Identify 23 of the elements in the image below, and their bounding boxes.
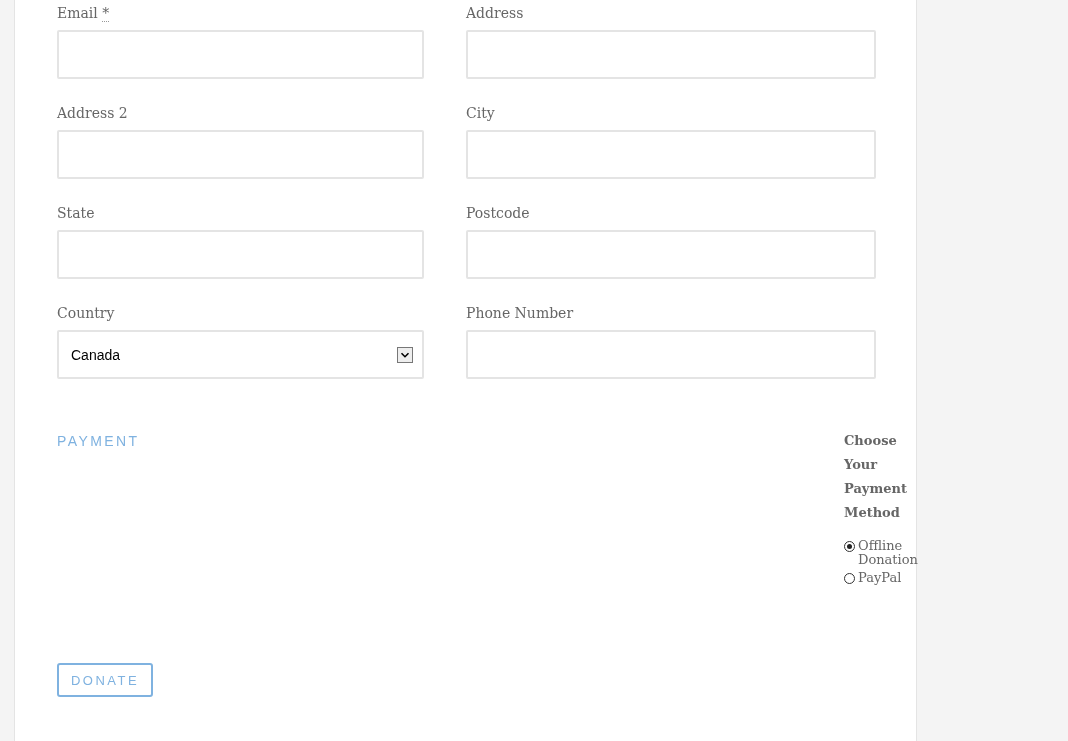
payment-method-legend: Choose Your Payment Method xyxy=(844,429,916,525)
section-heading: PAYMENT xyxy=(57,433,140,449)
field-label: Country xyxy=(57,305,115,321)
field-label: City xyxy=(466,105,495,121)
input-field[interactable] xyxy=(466,130,876,179)
field-label: State xyxy=(57,205,95,221)
required-mark: * xyxy=(102,5,110,22)
radio-label[interactable]: Offline Donation xyxy=(858,539,918,567)
field-label: Address xyxy=(466,5,524,21)
input-field[interactable] xyxy=(57,230,424,279)
input-field[interactable] xyxy=(466,330,876,379)
country-select[interactable]: Canada xyxy=(57,330,424,379)
input-field[interactable] xyxy=(466,230,876,279)
field-label: Phone Number xyxy=(466,305,574,321)
radio-button[interactable] xyxy=(844,573,855,584)
radio-label[interactable]: PayPal xyxy=(858,571,902,585)
field-label: Email xyxy=(57,5,98,21)
input-field[interactable] xyxy=(57,30,424,79)
field-label: Postcode xyxy=(466,205,530,221)
radio-button[interactable] xyxy=(844,541,855,552)
input-field[interactable] xyxy=(57,130,424,179)
input-field[interactable] xyxy=(466,30,876,79)
field-label: Address 2 xyxy=(57,105,128,121)
